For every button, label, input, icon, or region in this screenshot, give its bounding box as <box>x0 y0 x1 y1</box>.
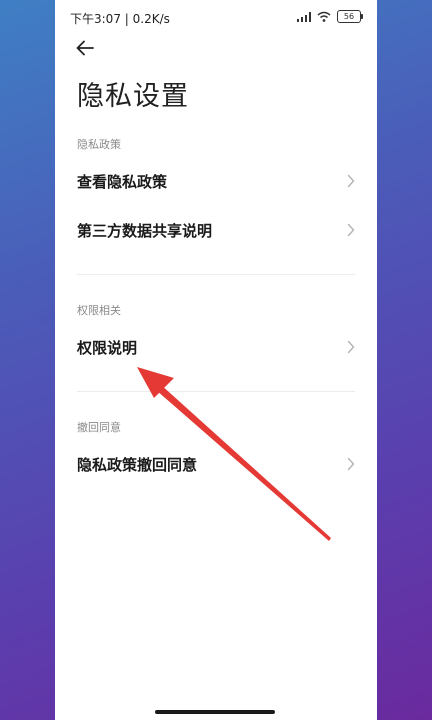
section-header-permissions: 权限相关 <box>77 304 121 317</box>
item-label: 查看隐私政策 <box>77 173 168 191</box>
battery-icon: 56 <box>337 10 363 23</box>
chevron-right-icon <box>347 223 355 237</box>
page-title: 隐私设置 <box>77 81 189 112</box>
item-label: 隐私政策撤回同意 <box>77 456 198 474</box>
back-arrow-icon[interactable] <box>74 37 96 59</box>
section-header-privacy-policy: 隐私政策 <box>77 138 121 151</box>
list-item-withdraw-privacy-consent[interactable]: 隐私政策撤回同意 <box>55 440 377 488</box>
chevron-right-icon <box>347 174 355 188</box>
chevron-right-icon <box>347 457 355 471</box>
chevron-right-icon <box>347 340 355 354</box>
status-icons: 56 <box>296 10 363 23</box>
section-divider <box>77 391 355 392</box>
list-item-view-privacy-policy[interactable]: 查看隐私政策 <box>55 157 377 205</box>
status-bar: 下午3:07 | 0.2K/s 56 <box>55 0 377 34</box>
status-time-network-speed: 下午3:07 | 0.2K/s <box>70 12 170 26</box>
list-item-third-party-data-sharing[interactable]: 第三方数据共享说明 <box>55 206 377 254</box>
signal-icon <box>296 11 311 22</box>
phone-screen: 下午3:07 | 0.2K/s 56 隐私设置 隐私政策 查看隐私政策 第三方数… <box>55 0 377 720</box>
wifi-icon <box>317 11 331 22</box>
section-divider <box>77 274 355 275</box>
section-header-withdraw-consent: 撤回同意 <box>77 421 121 434</box>
list-item-permission-description[interactable]: 权限说明 <box>55 323 377 371</box>
home-indicator[interactable] <box>155 710 275 714</box>
item-label: 权限说明 <box>77 339 138 357</box>
item-label: 第三方数据共享说明 <box>77 222 213 240</box>
